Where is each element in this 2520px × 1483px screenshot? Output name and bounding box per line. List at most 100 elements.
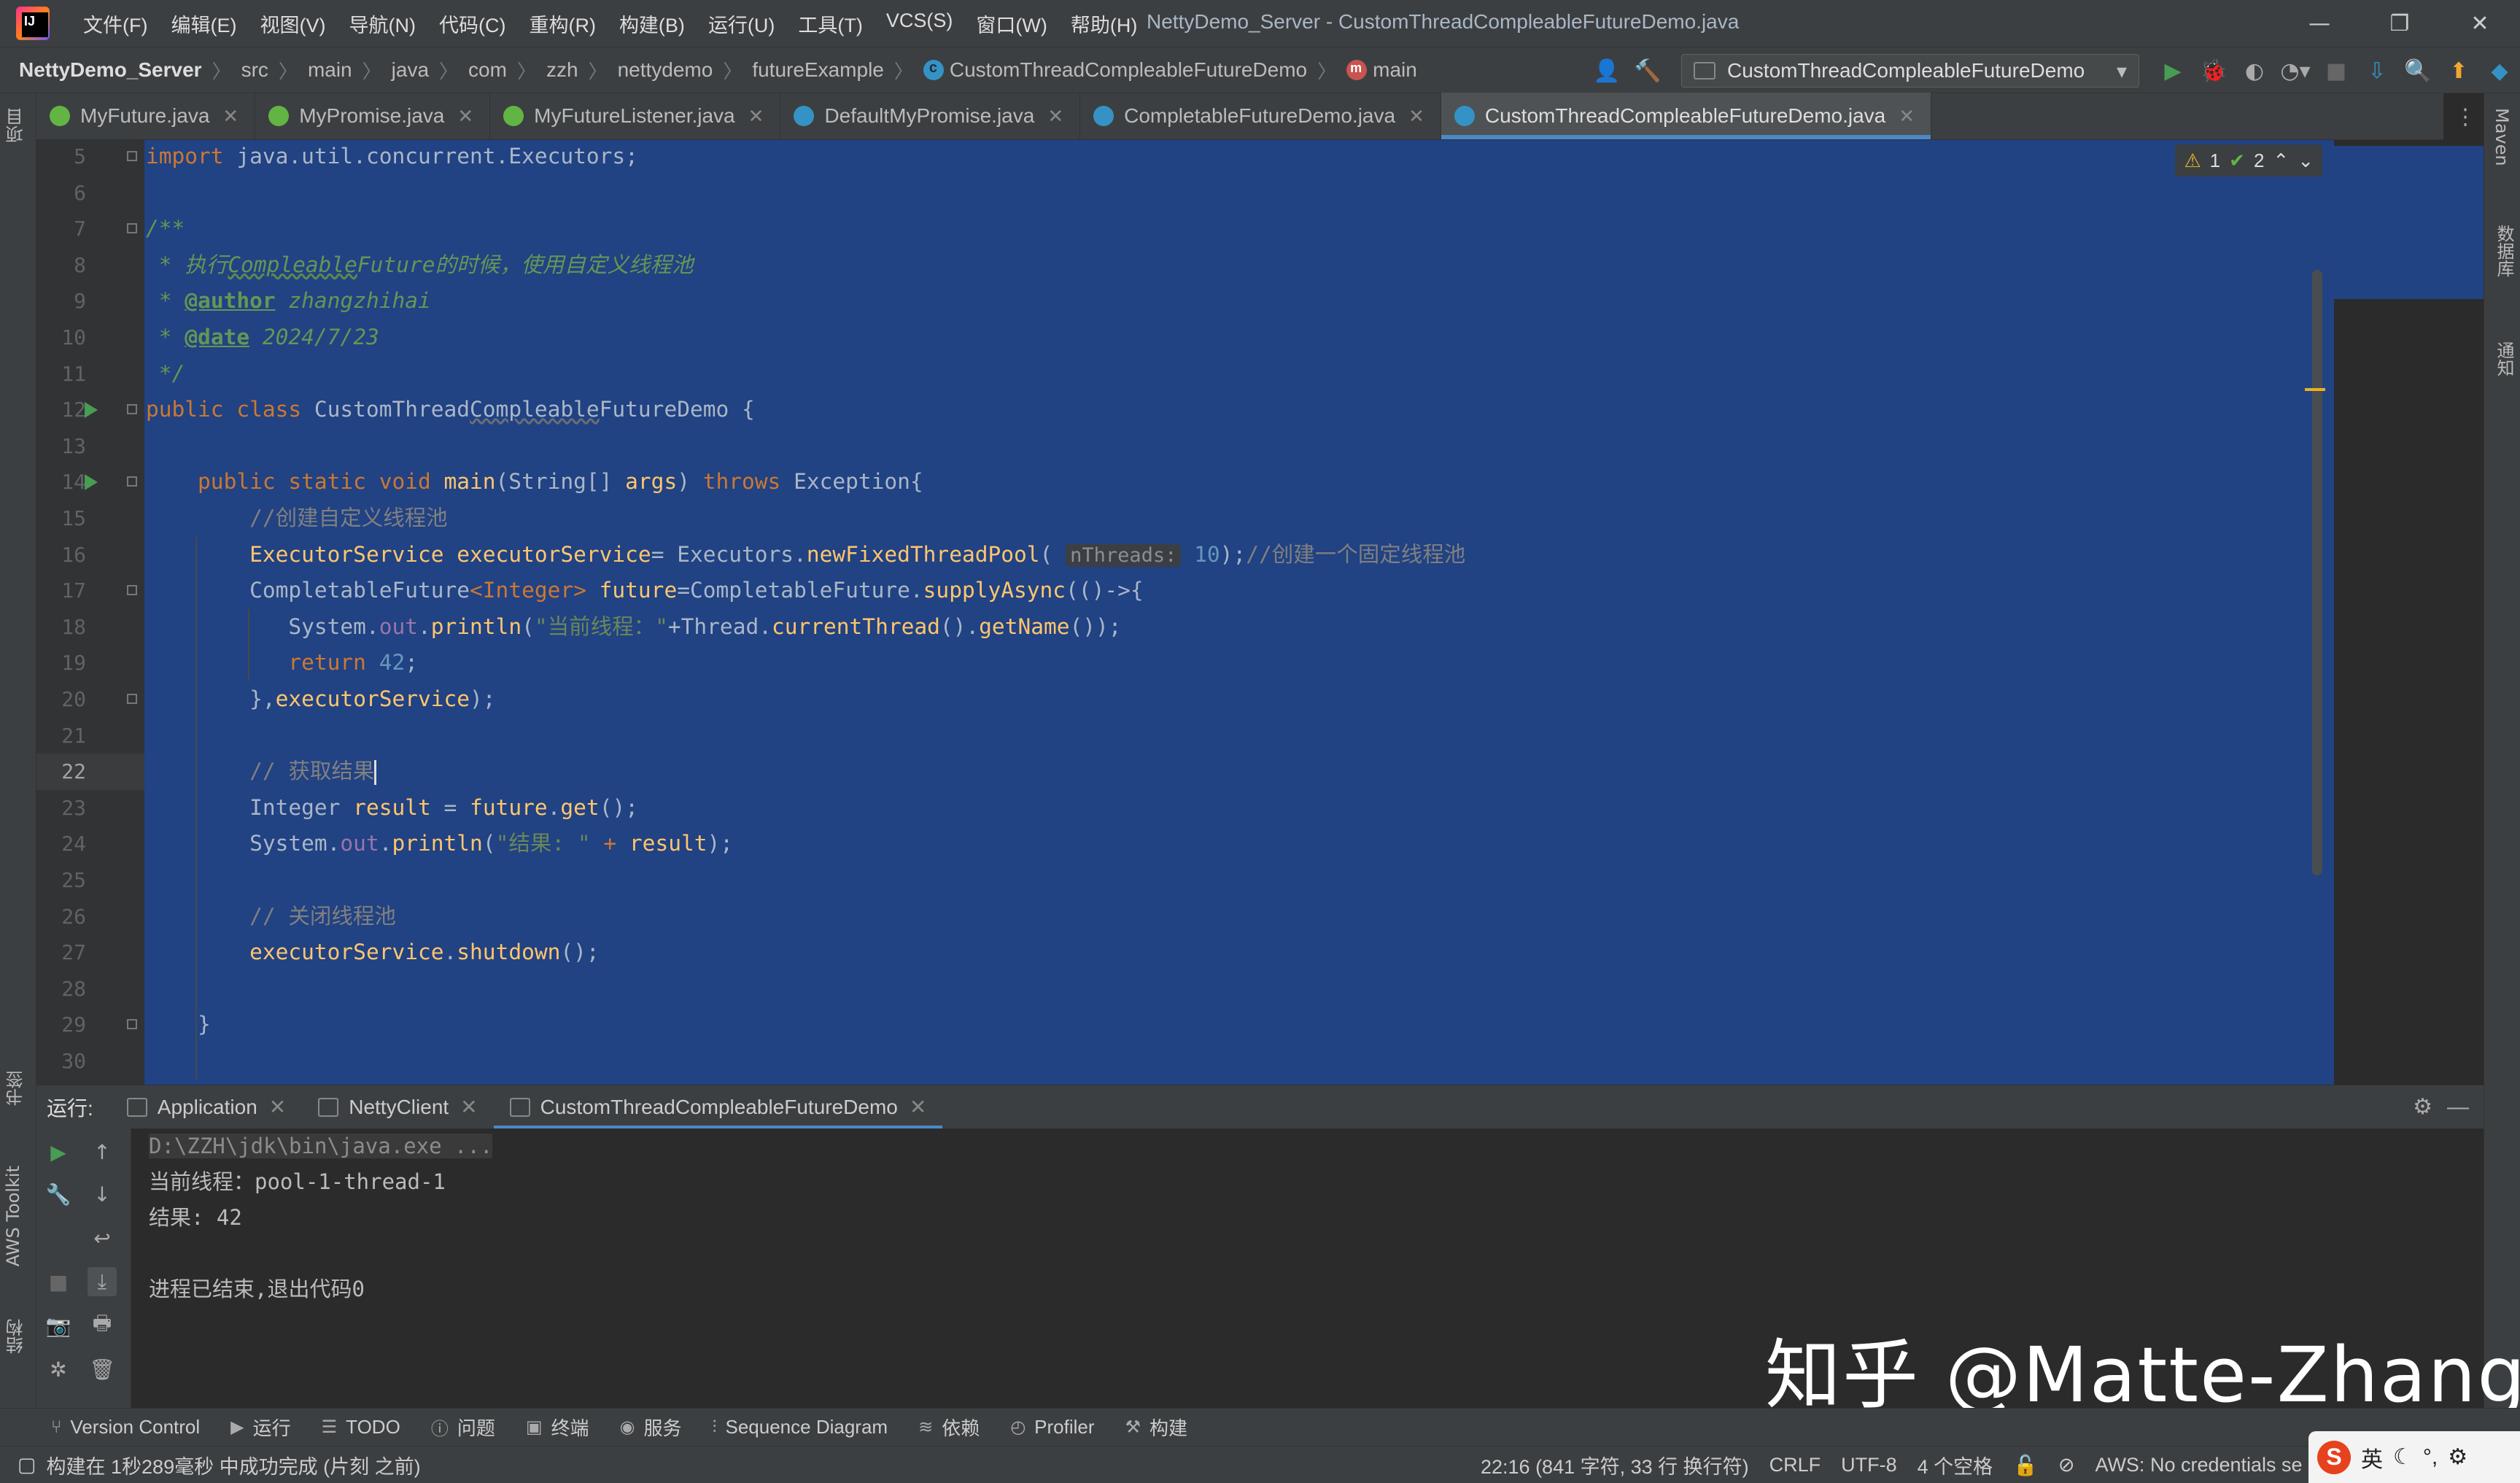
line-number[interactable]: 19 [42, 645, 86, 681]
tab-defaultmypromise[interactable]: DefaultMyPromise.java ✕ [780, 93, 1081, 139]
profile-icon[interactable]: ◔▾ [2278, 53, 2313, 88]
line-number[interactable]: 22 [42, 754, 86, 790]
line-number[interactable]: 11 [42, 356, 86, 392]
console-command-line[interactable]: D:\ZZH\jdk\bin\java.exe ... [149, 1134, 493, 1158]
print-icon[interactable]: 🖶 [88, 1311, 117, 1340]
rerun-icon[interactable]: ▶ [44, 1137, 73, 1166]
aws-connection[interactable]: AWS: No credentials se [2095, 1454, 2302, 1476]
menu-vcs[interactable]: VCS(S) [875, 9, 965, 38]
line-number[interactable]: 24 [42, 826, 86, 862]
punctuation-icon[interactable]: °, [2423, 1445, 2438, 1470]
menu-code[interactable]: 代码(C) [427, 9, 517, 38]
ime-toolbar[interactable]: S 英 ☾ °, ⚙ [2308, 1431, 2520, 1483]
code-line[interactable] [146, 1043, 2334, 1080]
tab-customthreadcompleablefuturedemo[interactable]: CustomThreadCompleableFutureDemo.java ✕ [1441, 93, 1932, 139]
breadcrumb-futureexample[interactable]: futureExample [752, 58, 884, 82]
menu-navigate[interactable]: 导航(N) [337, 9, 427, 38]
run-gutter-icon[interactable] [85, 474, 98, 491]
code-line[interactable]: System.out.println("结果: " + result); [146, 826, 2334, 862]
settings-icon[interactable]: ⚙ [2448, 1444, 2467, 1470]
close-icon[interactable]: ✕ [269, 1095, 286, 1119]
code-line[interactable]: * @author zhangzhihai [146, 283, 2334, 320]
jetbrains-logo-icon[interactable]: ◆ [2482, 53, 2517, 88]
run-tool-button[interactable]: ▶ 运行 [230, 1414, 290, 1441]
code-line[interactable]: */ [146, 356, 2334, 392]
fold-icon[interactable] [127, 585, 137, 596]
tab-options-icon[interactable]: ⋮ [2454, 93, 2476, 140]
run-tab-nettyclient[interactable]: NettyClient ✕ [302, 1085, 493, 1129]
code-line[interactable]: //创建自定义线程池 [146, 500, 2334, 537]
code-line[interactable]: } [146, 1007, 2334, 1043]
arrow-up-icon[interactable]: ↑ [88, 1137, 117, 1166]
layout-icon[interactable]: ▢ [18, 1454, 36, 1476]
menu-window[interactable]: 窗口(W) [964, 9, 1058, 38]
ime-language[interactable]: 英 [2361, 1441, 2383, 1474]
trash-icon[interactable]: 🗑 [88, 1355, 117, 1384]
minimap-viewport[interactable] [2334, 146, 2484, 299]
code-line[interactable]: Integer result = future.get(); [146, 790, 2334, 826]
hide-panel-icon[interactable]: — [2447, 1095, 2469, 1120]
fold-icon[interactable] [127, 476, 137, 487]
profiler-tool-button[interactable]: ◴ Profiler [1010, 1416, 1094, 1439]
code-line[interactable]: executorService.shutdown(); [146, 934, 2334, 971]
close-icon[interactable]: ✕ [457, 105, 473, 128]
menu-run[interactable]: 运行(U) [697, 9, 786, 38]
code-line[interactable] [146, 862, 2334, 899]
code-line[interactable]: System.out.println("当前线程："+Thread.curren… [146, 609, 2334, 646]
breadcrumb-src[interactable]: src [241, 58, 268, 82]
notifications-tool-button[interactable]: 通知 [2492, 341, 2517, 376]
code-line[interactable]: },executorService); [146, 681, 2334, 718]
line-number[interactable]: 26 [42, 899, 86, 935]
code-line[interactable]: CompletableFuture<Integer> future=Comple… [146, 573, 2334, 609]
menu-tools[interactable]: 工具(T) [786, 9, 874, 38]
line-number[interactable]: 27 [42, 934, 86, 971]
breadcrumb-com[interactable]: com [468, 58, 507, 82]
line-number[interactable]: 18 [42, 609, 86, 646]
code-line[interactable] [146, 718, 2334, 754]
maven-tool-button[interactable]: Maven [2492, 108, 2512, 166]
close-icon[interactable]: ✕ [460, 1095, 477, 1119]
line-number[interactable]: 16 [42, 537, 86, 573]
soft-wrap-icon[interactable]: ↩ [88, 1223, 117, 1252]
search-icon[interactable]: 🔍 [2400, 53, 2435, 88]
coverage-icon[interactable]: ◐ [2237, 53, 2272, 88]
vcs-update-icon[interactable]: ⇩ [2360, 53, 2395, 88]
menu-edit[interactable]: 编辑(E) [159, 9, 248, 38]
moon-icon[interactable]: ☾ [2393, 1444, 2413, 1470]
inspection-widget[interactable]: ⚠ 1 ✔ 2 ⌃ ⌄ [2175, 144, 2322, 177]
camera-icon[interactable]: 📷 [44, 1311, 73, 1340]
ide-update-icon[interactable]: ⬆ [2441, 53, 2476, 88]
fold-icon[interactable] [127, 1019, 137, 1030]
run-icon[interactable]: ▶ [2155, 53, 2190, 88]
line-number[interactable]: 10 [42, 320, 86, 356]
code-line[interactable]: public static void main(String[] args) t… [146, 464, 2334, 500]
close-icon[interactable]: ✕ [748, 105, 764, 128]
tab-completablefuturedemo[interactable]: CompletableFutureDemo.java ✕ [1080, 93, 1441, 139]
line-number[interactable]: 13 [42, 428, 86, 465]
file-encoding[interactable]: UTF-8 [1841, 1454, 1897, 1476]
database-tool-button[interactable]: 数据库 [2492, 225, 2517, 277]
line-number[interactable]: 21 [42, 718, 86, 754]
sequence-diagram-tool-button[interactable]: ⫶ Sequence Diagram [713, 1416, 888, 1439]
version-control-tool-button[interactable]: ⑂ Version Control [51, 1416, 200, 1439]
breadcrumb-class[interactable]: CustomThreadCompleableFutureDemo [923, 58, 1307, 82]
lock-icon[interactable]: 🔓 [2013, 1454, 2038, 1477]
aws-toolkit-tool-button[interactable]: AWS Toolkit [3, 1166, 23, 1266]
terminal-tool-button[interactable]: ▣ 终端 [526, 1414, 589, 1441]
run-tab-application[interactable]: Application ✕ [111, 1085, 302, 1129]
line-separator[interactable]: CRLF [1769, 1454, 1821, 1476]
line-number[interactable]: 25 [42, 862, 86, 899]
line-number[interactable]: 9 [42, 283, 86, 320]
build-tool-button[interactable]: ⚒ 构建 [1125, 1414, 1188, 1441]
breadcrumb-zzh[interactable]: zzh [546, 58, 578, 82]
code-line[interactable]: /** [146, 211, 2334, 247]
close-window-button[interactable]: ✕ [2440, 0, 2520, 47]
menu-file[interactable]: 文件(F) [71, 9, 159, 38]
menu-view[interactable]: 视图(V) [248, 9, 337, 38]
dependencies-tool-button[interactable]: ≋ 依赖 [918, 1414, 980, 1441]
line-number[interactable]: 12 [42, 392, 86, 428]
code-line[interactable] [146, 971, 2334, 1007]
debug-icon[interactable]: ✲ [44, 1355, 73, 1384]
run-configuration-select[interactable]: CustomThreadCompleableFutureDemo ▾ [1681, 54, 2139, 88]
structure-tool-button[interactable]: 结构 [3, 1319, 28, 1354]
